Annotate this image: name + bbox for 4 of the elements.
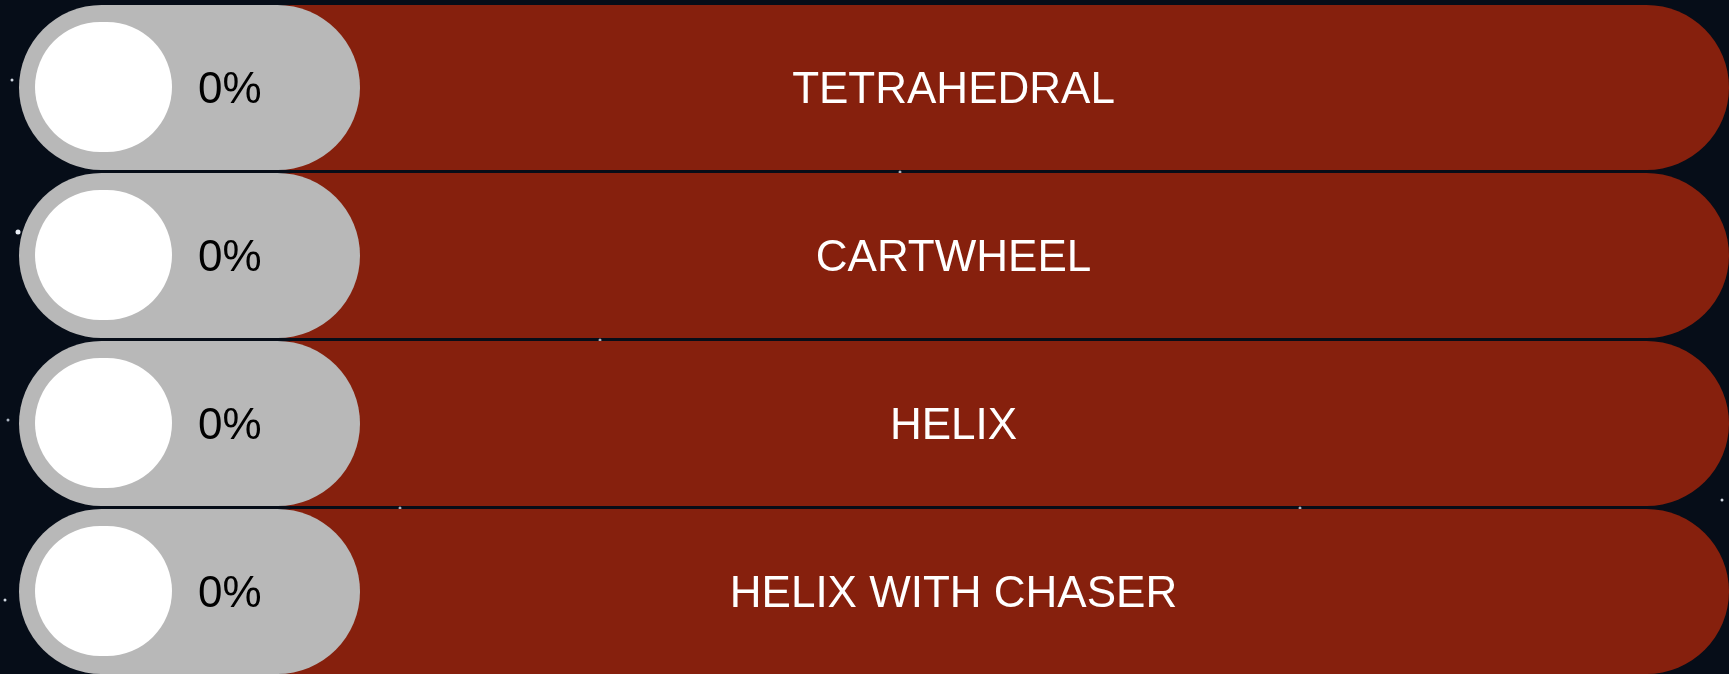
pattern-label[interactable]: HELIX WITH CHASER — [729, 558, 1178, 625]
pattern-label[interactable]: CARTWHEEL — [815, 222, 1092, 289]
pattern-label[interactable]: TETRAHEDRAL — [792, 54, 1115, 121]
pattern-label[interactable]: HELIX — [889, 390, 1018, 457]
